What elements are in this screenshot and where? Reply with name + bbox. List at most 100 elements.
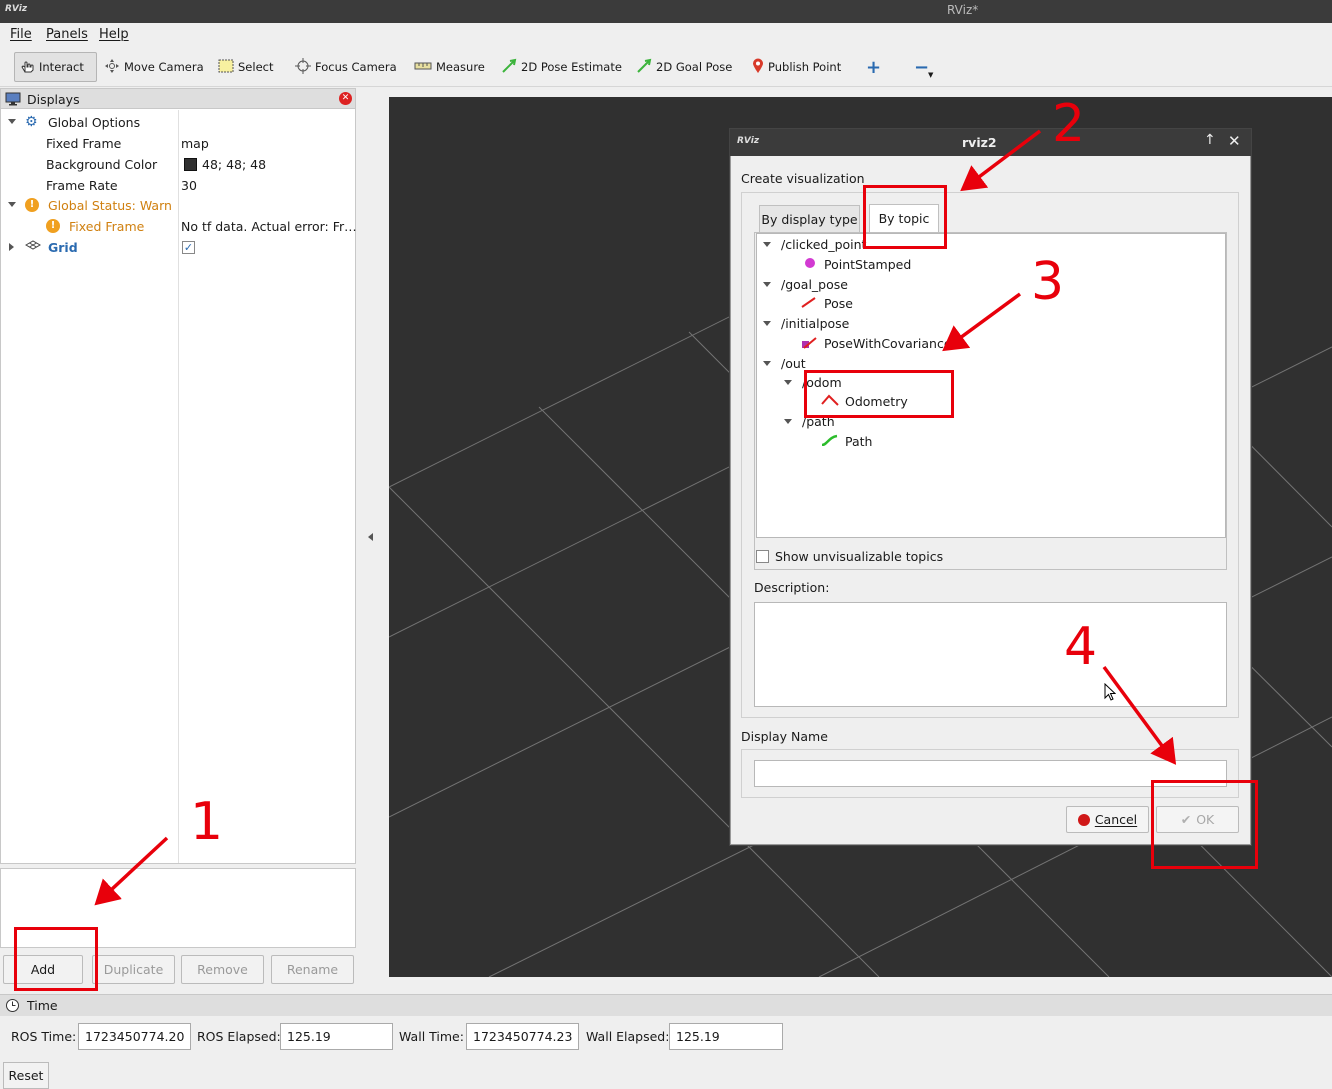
expand-arrow-icon[interactable]	[763, 242, 771, 247]
point-stamped-icon	[805, 258, 815, 268]
expand-arrow-icon[interactable]	[8, 119, 16, 124]
splitter-collapse-icon[interactable]	[368, 533, 373, 541]
interact-label: Interact	[39, 60, 84, 74]
global-options-row[interactable]: Global Options	[48, 112, 140, 132]
fixed-frame-label: Fixed Frame	[46, 135, 122, 151]
time-title: Time	[27, 998, 58, 1013]
expand-arrow-icon[interactable]	[784, 380, 792, 385]
collapse-arrow-icon[interactable]	[9, 243, 14, 251]
warning-icon: !	[25, 198, 39, 212]
wall-time-field[interactable]: 1723450774.23	[466, 1023, 579, 1050]
expand-arrow-icon[interactable]	[763, 361, 771, 366]
reset-button[interactable]: Reset	[3, 1062, 49, 1089]
global-status-row[interactable]: Global Status: Warn	[48, 195, 172, 215]
green-arrow-icon	[636, 58, 652, 77]
topic-clicked-point[interactable]: /clicked_point	[781, 234, 866, 254]
ros-elapsed-label: ROS Elapsed:	[197, 1029, 281, 1044]
annotation-box-add	[14, 927, 98, 991]
annotation-number-1: 1	[190, 792, 224, 852]
goal-pose-tool-button[interactable]: 2D Goal Pose	[632, 52, 736, 82]
wall-elapsed-label: Wall Elapsed:	[586, 1029, 670, 1044]
displays-panel-header: Displays ✕	[0, 88, 356, 109]
duplicate-display-button[interactable]: Duplicate	[92, 955, 175, 984]
grid-display-row[interactable]: Grid	[48, 237, 78, 257]
plus-icon: +	[866, 56, 882, 78]
frame-rate-value[interactable]: 30	[181, 175, 197, 195]
expand-arrow-icon[interactable]	[763, 321, 771, 326]
create-visualization-label: Create visualization	[741, 171, 865, 186]
pose-estimate-tool-button[interactable]: 2D Pose Estimate	[497, 52, 626, 82]
topic-initialpose[interactable]: /initialpose	[781, 313, 849, 333]
maximize-icon[interactable]: ↑	[1204, 132, 1216, 148]
measure-tool-button[interactable]: Measure	[410, 52, 489, 82]
remove-display-button[interactable]: Remove	[181, 955, 264, 984]
expand-arrow-icon[interactable]	[784, 419, 792, 424]
rename-display-button[interactable]: Rename	[271, 955, 354, 984]
monitor-icon	[5, 92, 21, 109]
menu-panels[interactable]: Panels	[46, 27, 88, 42]
remove-tool-button[interactable]: − ▼	[910, 52, 933, 82]
publish-point-tool-button[interactable]: Publish Point	[748, 52, 845, 82]
display-path[interactable]: Path	[845, 431, 872, 451]
background-color-label: Background Color	[46, 156, 158, 172]
tab-by-display-type[interactable]: By display type	[759, 205, 860, 233]
display-point-stamped[interactable]: PointStamped	[824, 254, 911, 274]
close-icon[interactable]: ✕	[1228, 132, 1241, 150]
annotation-number-4: 4	[1064, 617, 1098, 677]
clock-icon	[5, 998, 20, 1016]
annotation-box-ok	[1151, 780, 1258, 869]
select-tool-button[interactable]: Select	[214, 52, 277, 82]
window-title: RViz*	[947, 3, 979, 17]
move-camera-icon	[104, 58, 120, 77]
expand-arrow-icon[interactable]	[8, 202, 16, 207]
displays-title: Displays	[27, 92, 80, 107]
dialog-titlebar: RViz rviz2 ↑ ✕	[730, 129, 1251, 156]
expand-arrow-icon[interactable]	[763, 282, 771, 287]
focus-camera-icon	[295, 57, 311, 77]
annotation-box-by-topic	[863, 185, 947, 249]
focus-camera-tool-button[interactable]: Focus Camera	[291, 52, 401, 82]
annotation-box-odometry	[804, 370, 954, 418]
pose-arrow-icon	[801, 296, 817, 311]
time-panel-header: Time	[0, 994, 1332, 1016]
background-color-value[interactable]: 48; 48; 48	[184, 154, 266, 174]
status-fixed-frame-label[interactable]: Fixed Frame	[69, 216, 144, 236]
fixed-frame-value[interactable]: map	[181, 133, 209, 153]
mouse-cursor-icon	[1104, 682, 1117, 704]
app-logo: RViz	[5, 4, 28, 14]
display-pose-with-covariance[interactable]: PoseWithCovariance	[824, 333, 952, 353]
dialog-logo: RViz	[737, 136, 760, 146]
display-pose[interactable]: Pose	[824, 293, 853, 313]
topic-out[interactable]: /out	[781, 353, 806, 373]
move-camera-tool-button[interactable]: Move Camera	[100, 52, 208, 82]
path-icon	[821, 434, 839, 449]
color-swatch	[184, 157, 197, 171]
menu-help[interactable]: Help	[99, 27, 129, 42]
ros-time-field[interactable]: 1723450774.20	[78, 1023, 191, 1050]
toolbar: Interact Move Camera Select Focus Camera…	[0, 47, 1332, 87]
add-tool-button[interactable]: +	[862, 52, 885, 82]
background-color-text: 48; 48; 48	[202, 156, 267, 172]
frame-rate-label: Frame Rate	[46, 177, 118, 193]
cancel-button[interactable]: Cancel	[1066, 806, 1149, 833]
wall-elapsed-field[interactable]: 125.19	[669, 1023, 783, 1050]
green-arrow-icon	[501, 58, 517, 77]
menu-file[interactable]: File	[10, 27, 32, 42]
topic-goal-pose[interactable]: /goal_pose	[781, 274, 848, 294]
grid-enabled-checkbox[interactable]: ✓	[182, 241, 195, 254]
ruler-icon	[414, 60, 432, 74]
display-name-label: Display Name	[741, 729, 828, 744]
window-titlebar: RViz RViz*	[0, 0, 1332, 23]
show-unvisualizable-checkbox[interactable]	[756, 550, 769, 563]
annotation-number-3: 3	[1031, 252, 1065, 312]
dropdown-arrow-icon: ▼	[928, 71, 934, 79]
close-panel-icon[interactable]: ✕	[339, 92, 352, 105]
pose-covariance-icon	[801, 336, 817, 353]
focus-camera-label: Focus Camera	[315, 60, 397, 74]
tree-column-divider	[178, 110, 179, 863]
pose-estimate-label: 2D Pose Estimate	[521, 60, 622, 74]
ros-elapsed-field[interactable]: 125.19	[280, 1023, 393, 1050]
minus-icon: −	[914, 56, 930, 78]
interact-tool-button[interactable]: Interact	[14, 52, 97, 82]
description-label: Description:	[754, 580, 830, 595]
